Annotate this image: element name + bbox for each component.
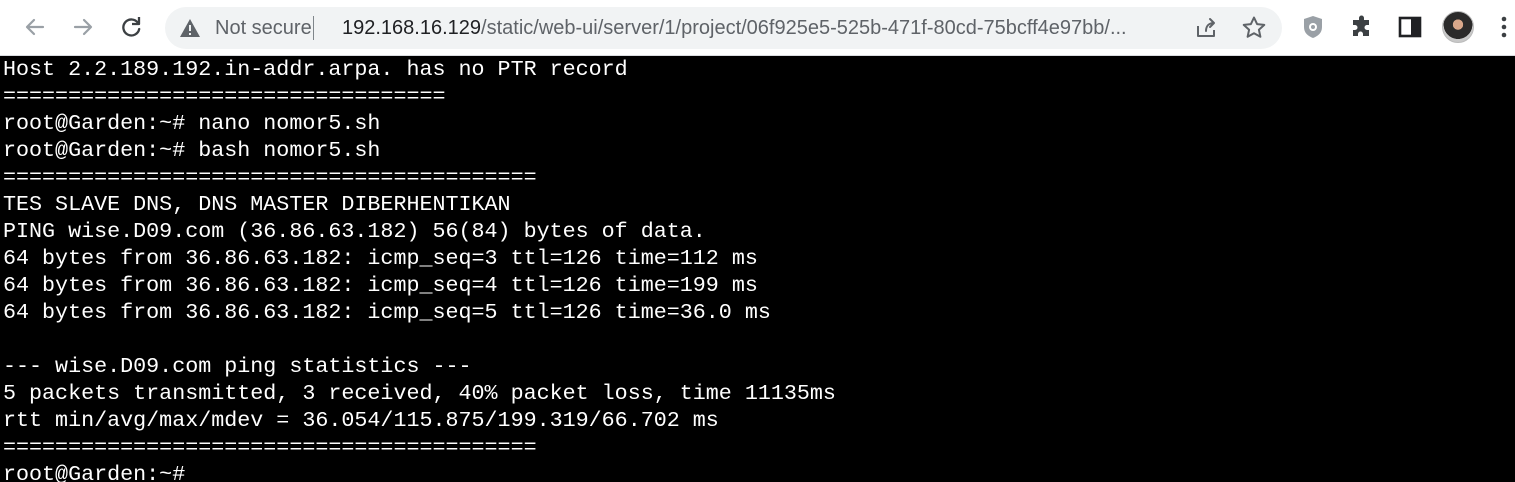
address-divider — [313, 16, 314, 40]
terminal-line: rtt min/avg/max/mdev = 36.054/115.875/19… — [3, 408, 719, 433]
terminal-line: 64 bytes from 36.86.63.182: icmp_seq=5 t… — [3, 300, 771, 325]
shield-icon — [1304, 16, 1322, 38]
puzzle-icon — [1353, 15, 1369, 36]
forward-button[interactable] — [66, 10, 100, 44]
terminal-line: 64 bytes from 36.86.63.182: icmp_seq=4 t… — [3, 273, 758, 298]
terminal-separator: ========================================… — [3, 165, 537, 190]
browser-toolbar: Not secure 192.168.16.129/static/web-ui/… — [0, 0, 1515, 56]
terminal-line: 64 bytes from 36.86.63.182: icmp_seq=3 t… — [3, 246, 758, 271]
url-text[interactable]: 192.168.16.129/static/web-ui/server/1/pr… — [342, 18, 1172, 38]
profile-avatar[interactable] — [1442, 11, 1474, 43]
url-path: /static/web-ui/server/1/project/06f925e5… — [481, 18, 1127, 38]
terminal-line: PING wise.D09.com (36.86.63.182) 56(84) … — [3, 219, 706, 244]
url-host: 192.168.16.129 — [342, 18, 482, 38]
terminal-separator: ========================================… — [3, 435, 537, 460]
reload-icon — [122, 17, 141, 37]
side-panel-icon — [1398, 16, 1422, 38]
warning-triangle-icon — [180, 19, 200, 37]
security-label[interactable]: Not secure — [215, 18, 312, 38]
star-icon[interactable] — [1241, 15, 1267, 41]
address-bar[interactable]: Not secure 192.168.16.129/static/web-ui/… — [165, 7, 1282, 49]
back-button[interactable] — [18, 10, 52, 44]
terminal-line: --- wise.D09.com ping statistics --- — [3, 354, 472, 379]
terminal-output[interactable]: Host 2.2.189.192.in-addr.arpa. has no PT… — [0, 56, 1515, 482]
share-icon[interactable] — [1194, 16, 1218, 40]
side-panel-button[interactable] — [1395, 12, 1425, 42]
terminal-line: 5 packets transmitted, 3 received, 40% p… — [3, 381, 836, 406]
extensions-button[interactable] — [1347, 12, 1377, 42]
terminal-line: root@Garden:~# nano nomor5.sh — [3, 111, 381, 136]
extension-shield-button[interactable] — [1298, 12, 1328, 42]
terminal-separator: ================================== — [3, 84, 446, 109]
forward-arrow-icon — [73, 18, 93, 36]
browser-menu-button[interactable] — [1494, 12, 1514, 42]
terminal-line: Host 2.2.189.192.in-addr.arpa. has no PT… — [3, 57, 628, 82]
terminal-line: TES SLAVE DNS, DNS MASTER DIBERHENTIKAN — [3, 192, 511, 217]
reload-button[interactable] — [114, 10, 148, 44]
terminal-line: root@Garden:~# bash nomor5.sh — [3, 138, 381, 163]
terminal-prompt: root@Garden:~# — [3, 462, 186, 482]
back-arrow-icon — [25, 18, 45, 36]
three-dots-menu-icon — [1501, 16, 1507, 38]
